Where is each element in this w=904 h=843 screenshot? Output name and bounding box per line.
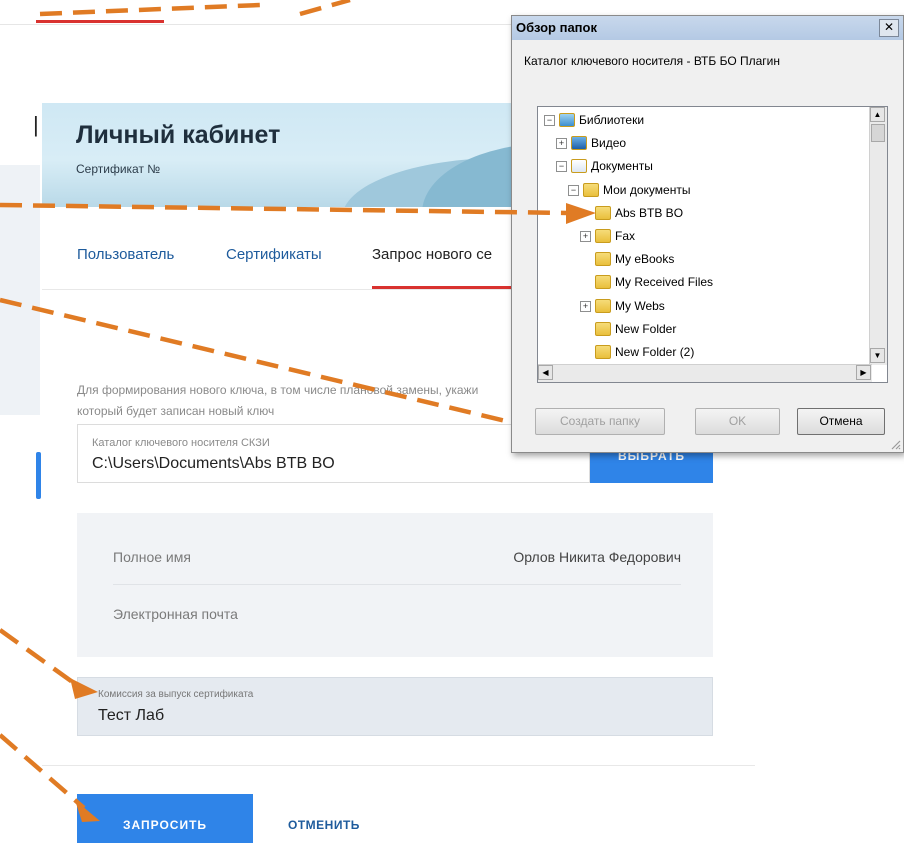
key-directory-label: Каталог ключевого носителя СКЗИ bbox=[92, 437, 270, 449]
folder-tree[interactable]: − Библиотеки + Видео − Документы − Мои документ… bbox=[537, 106, 888, 383]
submit-request-button[interactable]: ЗАПРОСИТЬ bbox=[77, 794, 253, 843]
tab-new-certificate-request[interactable]: Запрос нового се bbox=[372, 246, 492, 263]
annotation-arrow bbox=[0, 733, 86, 810]
tree-item-label[interactable]: Документы bbox=[591, 159, 653, 173]
info-text-line-2: который будет записан новый ключ bbox=[77, 404, 275, 418]
panel-divider bbox=[113, 584, 681, 585]
my-documents-icon bbox=[583, 182, 599, 197]
tree-item-label[interactable]: Мои документы bbox=[603, 183, 690, 197]
cancel-button[interactable]: Отмена bbox=[797, 408, 885, 435]
create-folder-button[interactable]: Создать папку bbox=[535, 408, 665, 435]
email-label: Электронная почта bbox=[113, 606, 238, 622]
full-name-label: Полное имя bbox=[113, 549, 191, 565]
annotation-arrow bbox=[0, 628, 80, 688]
tree-expander-icon[interactable]: + bbox=[580, 231, 591, 242]
tree-item-label[interactable]: Fax bbox=[615, 229, 635, 243]
folder-icon bbox=[595, 321, 611, 336]
folder-icon bbox=[595, 205, 611, 220]
info-text-line-1: Для формирования нового ключа, в том чис… bbox=[77, 383, 479, 397]
library-icon bbox=[559, 113, 575, 127]
tree-item-label[interactable]: My Webs bbox=[615, 299, 665, 313]
tree-expander-icon[interactable]: − bbox=[568, 184, 579, 196]
folder-icon bbox=[595, 275, 611, 290]
user-info-panel: Полное имя Орлов Никита Федорович Электр… bbox=[77, 513, 713, 657]
annotation-arrow bbox=[39, 2, 261, 17]
tree-item-label[interactable]: My eBooks bbox=[615, 252, 674, 266]
tree-expander-icon[interactable]: + bbox=[580, 300, 591, 312]
scroll-right-icon[interactable]: ▶ bbox=[856, 365, 871, 380]
resize-grip-icon[interactable] bbox=[889, 438, 901, 450]
scroll-thumb[interactable] bbox=[871, 124, 885, 142]
commission-value[interactable]: Тест Лаб bbox=[98, 707, 164, 725]
tree-item-label[interactable]: My Received Files bbox=[615, 275, 713, 289]
folder-icon bbox=[595, 298, 611, 313]
tab-certificates[interactable]: Сертификаты bbox=[226, 246, 322, 263]
cut-off-letter: | bbox=[33, 112, 39, 137]
dialog-description: Каталог ключевого носителя - ВТБ БО Плаг… bbox=[524, 54, 781, 68]
tree-item-label[interactable]: New Folder bbox=[615, 322, 676, 336]
top-active-tab-indicator bbox=[36, 20, 164, 23]
ok-button[interactable]: OK bbox=[695, 408, 780, 435]
tree-item-label[interactable]: Библиотеки bbox=[579, 113, 644, 127]
scroll-down-icon[interactable]: ▼ bbox=[870, 348, 885, 363]
scroll-up-icon[interactable]: ▲ bbox=[870, 107, 885, 122]
key-directory-value[interactable]: C:\Users\Documents\Abs BTB BO bbox=[92, 455, 335, 473]
browse-folder-dialog: Обзор папок ✕ Каталог ключевого носителя… bbox=[511, 15, 904, 453]
folder-icon bbox=[595, 252, 611, 267]
scroll-left-icon[interactable]: ◀ bbox=[538, 365, 553, 380]
tree-expander-icon[interactable]: − bbox=[556, 161, 567, 173]
active-tab-underline bbox=[372, 286, 517, 289]
page-title: Личный кабинет bbox=[76, 121, 281, 149]
horizontal-scrollbar[interactable]: ◀ ▶ bbox=[538, 364, 872, 382]
full-name-value: Орлов Никита Федорович bbox=[513, 549, 681, 565]
video-library-icon bbox=[571, 136, 587, 151]
left-blue-marker bbox=[36, 452, 41, 499]
commission-field[interactable]: Комиссия за выпуск сертификата Тест Лаб bbox=[77, 677, 713, 736]
annotation-arrow bbox=[299, 0, 351, 17]
tab-user[interactable]: Пользователь bbox=[77, 246, 174, 263]
tree-item-label[interactable]: New Folder (2) bbox=[615, 345, 694, 359]
tree-expander-icon[interactable]: + bbox=[556, 138, 567, 150]
cancel-link[interactable]: ОТМЕНИТЬ bbox=[288, 818, 360, 832]
left-sidebar-edge bbox=[0, 165, 40, 415]
folder-icon bbox=[595, 229, 611, 243]
close-icon[interactable]: ✕ bbox=[879, 19, 899, 37]
tree-item-label[interactable]: Abs BTB BO bbox=[615, 206, 683, 220]
documents-library-icon bbox=[571, 159, 587, 174]
dialog-titlebar[interactable]: Обзор папок ✕ bbox=[512, 16, 903, 40]
tabs-divider bbox=[42, 289, 517, 290]
dialog-title: Обзор папок bbox=[516, 20, 597, 35]
commission-label: Комиссия за выпуск сертификата bbox=[98, 689, 254, 700]
tree-expander-icon[interactable]: − bbox=[544, 115, 555, 126]
header-banner: Личный кабинет Сертификат № bbox=[42, 103, 517, 207]
vertical-scrollbar[interactable]: ▲ ▼ bbox=[869, 107, 887, 365]
folder-icon bbox=[595, 345, 611, 359]
tree-item-label[interactable]: Видео bbox=[591, 136, 626, 150]
bottom-divider bbox=[42, 765, 755, 766]
certificate-number-label: Сертификат № bbox=[76, 162, 161, 176]
